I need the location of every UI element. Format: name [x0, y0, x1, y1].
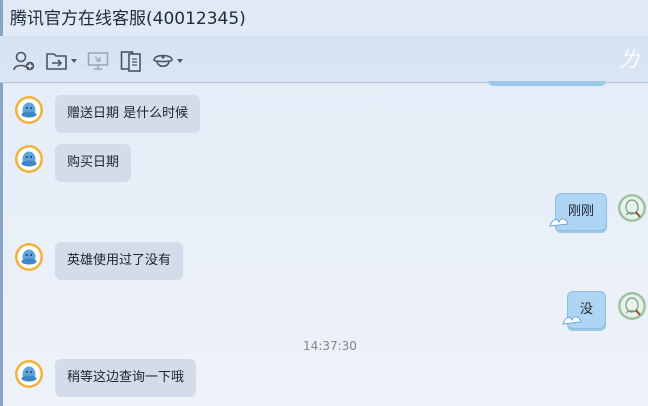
document-icon: [120, 51, 141, 72]
agent-avatar: [15, 243, 43, 271]
agent-avatar: [15, 145, 43, 173]
message-timestamp: 14:37:30: [303, 339, 357, 353]
chat-window: 腾讯官方在线客服(40012345) ㄌ 赠送日期 是什么时候 购买日期 刚刚 …: [0, 0, 648, 406]
agent-message: 英雄使用过了没有: [55, 242, 184, 280]
bubble-wave-icon: [549, 218, 569, 227]
window-title: 腾讯官方在线客服(40012345): [10, 9, 246, 29]
agent-avatar: [15, 360, 43, 388]
transfer-file-button[interactable]: [46, 50, 77, 72]
toolbar: ㄌ: [0, 36, 648, 83]
user-avatar: [618, 292, 646, 320]
add-contact-icon: [13, 51, 35, 71]
remote-desktop-icon: [87, 52, 109, 70]
decorative-swirl: ㄌ: [617, 48, 640, 73]
agent-message: 赠送日期 是什么时候: [55, 95, 201, 133]
chevron-down-icon: [71, 59, 77, 63]
bubble-wave-icon: [562, 316, 582, 325]
transfer-file-icon: [46, 53, 67, 70]
document-button[interactable]: [120, 50, 142, 72]
title-bar: 腾讯官方在线客服(40012345): [0, 0, 648, 36]
chevron-down-icon: [177, 59, 183, 63]
agent-message: 购买日期: [55, 144, 132, 182]
agent-message: 稍等这边查询一下哦: [55, 359, 197, 397]
add-contact-button[interactable]: [12, 50, 36, 72]
user-avatar: [618, 194, 646, 222]
chat-messages: 赠送日期 是什么时候 购买日期 刚刚 英雄使用过了没有 没 14:37:30 稍…: [0, 83, 648, 406]
agent-avatar: [15, 96, 43, 124]
service-icon: [153, 54, 173, 68]
remote-desktop-button[interactable]: [87, 50, 109, 72]
service-button[interactable]: [152, 50, 183, 72]
